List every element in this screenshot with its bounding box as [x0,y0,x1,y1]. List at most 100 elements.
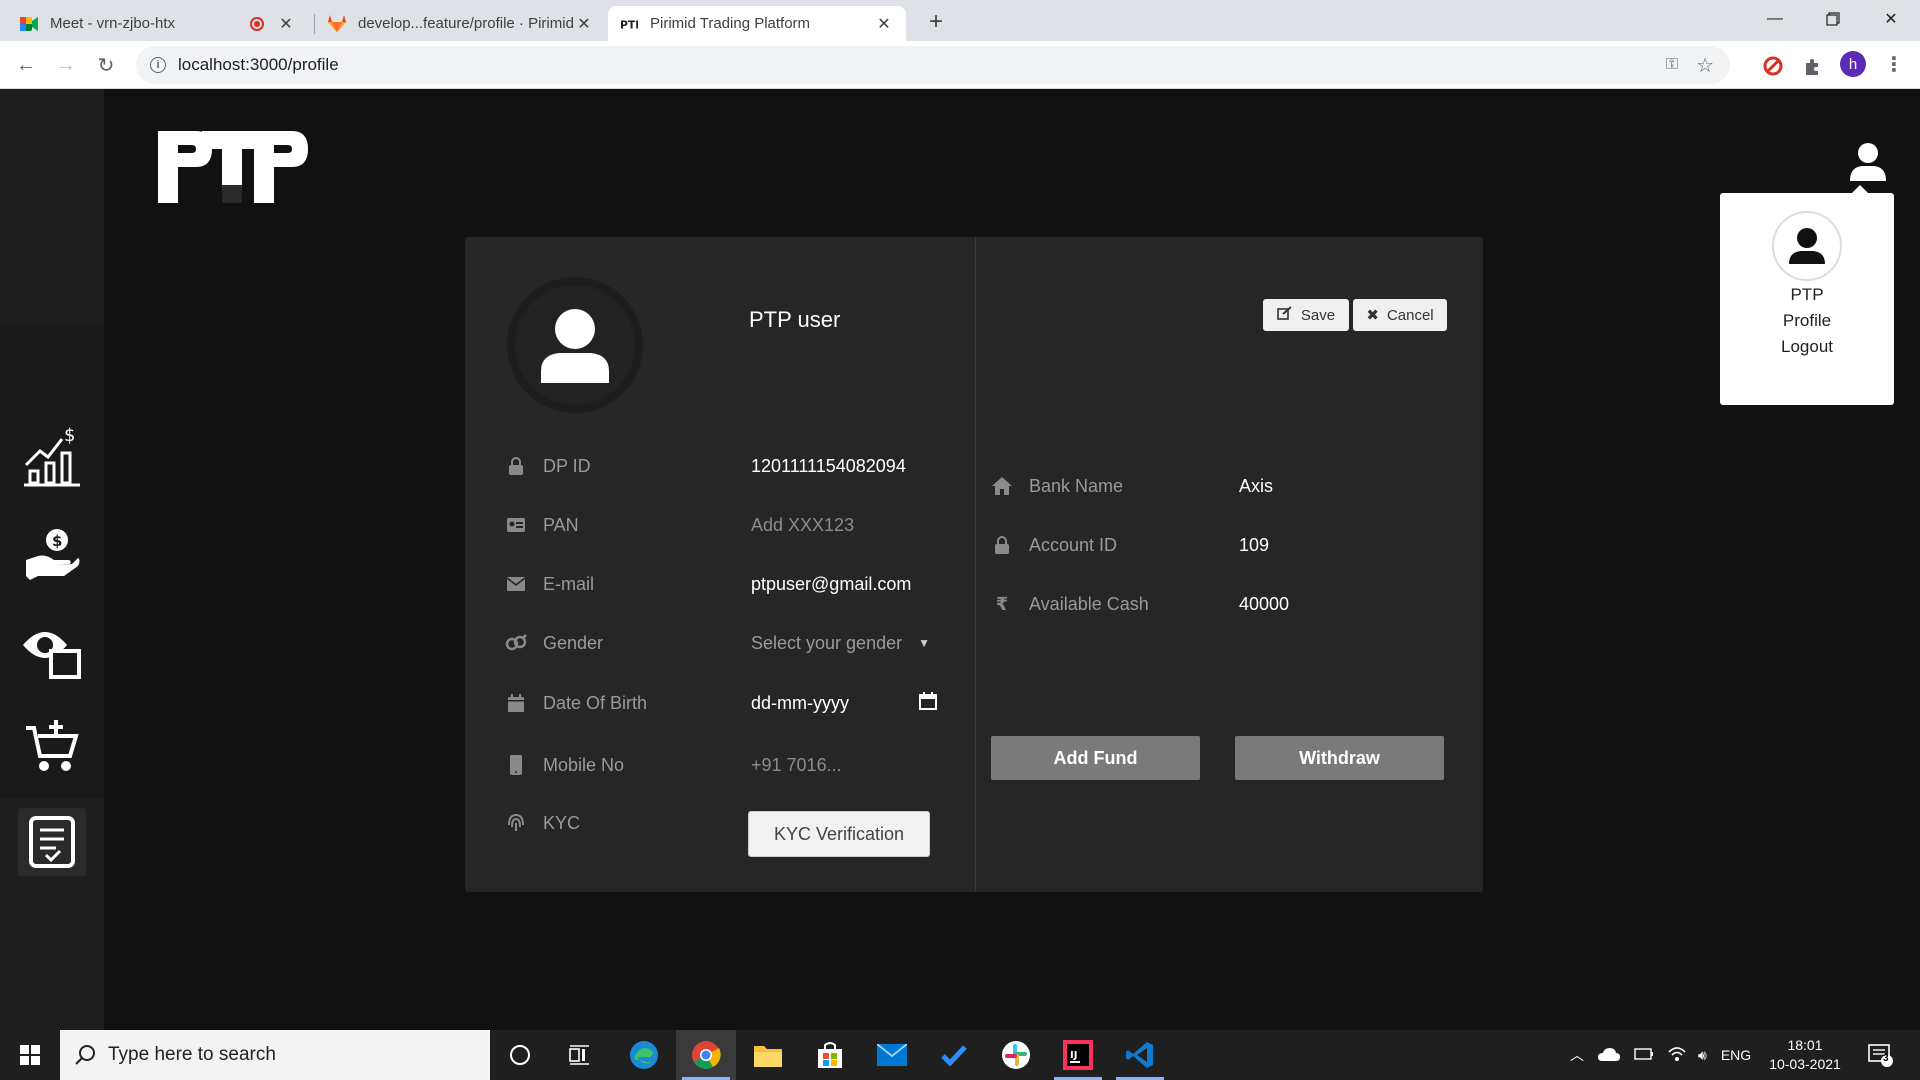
tab-title: Pirimid Trading Platform [650,15,811,32]
task-view-icon[interactable] [550,1030,610,1080]
available-cash-value: 40000 [1239,593,1290,614]
browser-profile-avatar[interactable]: h [1840,51,1866,77]
reload-icon[interactable]: ↻ [92,51,120,79]
date-of-birth-input[interactable]: dd-mm-yyyy [751,691,937,715]
todo-icon[interactable] [924,1030,984,1080]
file-explorer-icon[interactable] [738,1030,798,1080]
sidebar-menu: $ $ [0,325,104,876]
browser-tabstrip: Meet - vrn-zjbo-htx ✕ develop...feature/… [0,0,1920,41]
tab-meet[interactable]: Meet - vrn-zjbo-htx ✕ [8,6,308,41]
restore-icon[interactable] [1804,0,1862,38]
withdraw-button[interactable]: Withdraw [1235,736,1444,780]
sidebar-item-market-chart[interactable]: $ [18,422,86,490]
pan-input[interactable]: Add XXX123 [751,515,854,536]
intellij-icon[interactable]: IJ [1048,1030,1108,1080]
slack-icon[interactable] [986,1030,1046,1080]
field-gender: Gender Select your gender ▼ [505,628,965,658]
kyc-verification-button[interactable]: KYC Verification [748,811,930,857]
gitlab-icon [328,15,346,33]
onedrive-icon[interactable] [1598,1047,1620,1064]
user-menu-button[interactable] [1848,141,1888,181]
store-icon[interactable] [800,1030,860,1080]
sidebar-item-orders[interactable] [18,808,86,876]
recording-icon [250,16,264,31]
field-label: Bank Name [1029,475,1124,496]
volume-icon[interactable]: 🔊︎ [1698,1047,1707,1064]
email-field[interactable]: ptpuser@gmail.com [751,574,911,595]
sidebar: $ $ [0,89,104,1030]
sidebar-item-add-cart[interactable] [18,712,86,780]
add-fund-button[interactable]: Add Fund [991,736,1200,780]
sidebar-item-funds[interactable]: $ [18,520,86,588]
key-icon[interactable]: ⚿ [1666,56,1678,74]
svg-text:PTP: PTP [620,18,638,30]
user-icon [1850,143,1886,181]
tab-title: Meet - vrn-zjbo-htx [50,15,176,32]
site-info-icon[interactable]: i [150,57,166,73]
blocker-extension-icon[interactable] [1762,55,1784,77]
back-icon[interactable]: ← [12,51,40,79]
mail-icon[interactable] [862,1030,922,1080]
forward-icon[interactable]: → [52,51,80,79]
tab-gitlab[interactable]: develop...feature/profile · Pirimid ✕ [316,6,606,41]
field-label: Available Cash [1029,593,1149,614]
calendar-picker-icon[interactable] [919,691,937,715]
field-label: Mobile No [543,754,625,775]
taskbar-clock[interactable]: 18:01 10-03-2021 [1768,1036,1842,1074]
new-tab-icon[interactable]: + [922,8,950,36]
caret-down-icon: ▼ [918,636,930,650]
field-account-id: Account ID 109 [991,530,1461,560]
tab-pirimid[interactable]: PTP Pirimid Trading Platform ✕ [608,6,906,41]
windows-start-button[interactable] [0,1030,60,1080]
close-tab-icon[interactable]: ✕ [574,14,594,34]
notification-center-icon[interactable]: 3 [1868,1042,1894,1068]
cancel-button[interactable]: ✖ Cancel [1353,299,1447,331]
profile-card: PTP user Save ✖ Cancel DP ID 12011111540… [465,237,1483,892]
search-placeholder: Type here to search [108,1044,276,1065]
vscode-icon[interactable] [1110,1030,1170,1080]
close-window-icon[interactable]: ✕ [1862,0,1920,38]
menu-item-logout[interactable]: Logout [1720,337,1894,357]
profile-avatar[interactable] [507,277,643,413]
ptp-logo[interactable] [156,127,310,212]
edge-browser-icon[interactable] [614,1030,674,1080]
browser-menu-icon[interactable]: ⋮ [1884,52,1904,77]
cortana-icon[interactable] [490,1030,550,1080]
date-value: dd-mm-yyyy [751,692,849,713]
hand-money-icon: $ [26,529,80,580]
mobile-phone-icon [505,754,527,776]
mobile-input[interactable]: +91 7016... [751,755,842,776]
gender-select[interactable]: Select your gender ▼ [751,633,930,654]
minimize-icon[interactable]: — [1746,0,1804,38]
battery-icon[interactable] [1634,1047,1654,1063]
gender-select-value: Select your gender [751,632,903,653]
envelope-icon [505,573,527,595]
clock-date: 10-03-2021 [1769,1056,1841,1072]
bank-name-value: Axis [1239,475,1274,496]
language-indicator[interactable]: ENG [1721,1047,1751,1063]
taskbar-search-box[interactable]: Type here to search [60,1030,490,1080]
svg-text:$: $ [52,532,62,550]
rupee-icon: ₹ [995,593,1009,614]
menu-item-profile[interactable]: Profile [1720,311,1894,331]
wifi-icon[interactable] [1668,1046,1686,1065]
field-label: Date Of Birth [543,692,648,713]
user-icon [1789,228,1825,264]
field-bank-name: Bank Name Axis [991,471,1461,501]
show-hidden-icons-icon[interactable]: ︿ [1570,1045,1584,1065]
field-pan: PAN Add XXX123 [505,510,965,540]
extensions-puzzle-icon[interactable] [1802,55,1824,77]
address-bar[interactable]: i localhost:3000/profile ⚿ ☆ [136,46,1730,84]
system-tray: ︿ 🔊︎ ENG [1570,1030,1751,1080]
sidebar-item-watchlist[interactable] [18,616,86,684]
user-dropdown-menu: PTP Profile Logout [1720,185,1894,405]
field-label: PAN [543,514,579,535]
bookmark-star-icon[interactable]: ☆ [1696,53,1714,78]
close-tab-icon[interactable]: ✕ [276,14,296,34]
url-text: localhost:3000/profile [178,55,339,74]
save-button[interactable]: Save [1263,299,1349,331]
close-tab-icon[interactable]: ✕ [874,14,894,34]
menu-username: PTP [1790,285,1824,304]
chrome-browser-icon[interactable] [676,1030,736,1080]
fingerprint-icon [505,812,527,834]
